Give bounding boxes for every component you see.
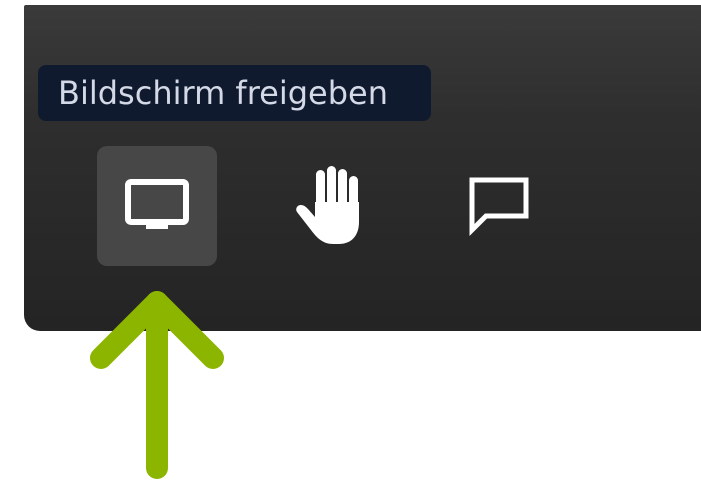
chat-button[interactable] bbox=[439, 146, 559, 266]
share-screen-button[interactable] bbox=[97, 146, 217, 266]
raise-hand-icon bbox=[296, 166, 359, 244]
tooltip-text: Bildschirm freigeben bbox=[58, 74, 388, 112]
screen-share-icon bbox=[125, 179, 189, 229]
raise-hand-button[interactable] bbox=[271, 146, 391, 266]
arrow-up-icon bbox=[90, 291, 224, 479]
tooltip: Bildschirm freigeben bbox=[38, 65, 431, 121]
screenshot: Bildschirm freigeben bbox=[0, 0, 701, 481]
chat-bubble-icon bbox=[469, 177, 529, 237]
